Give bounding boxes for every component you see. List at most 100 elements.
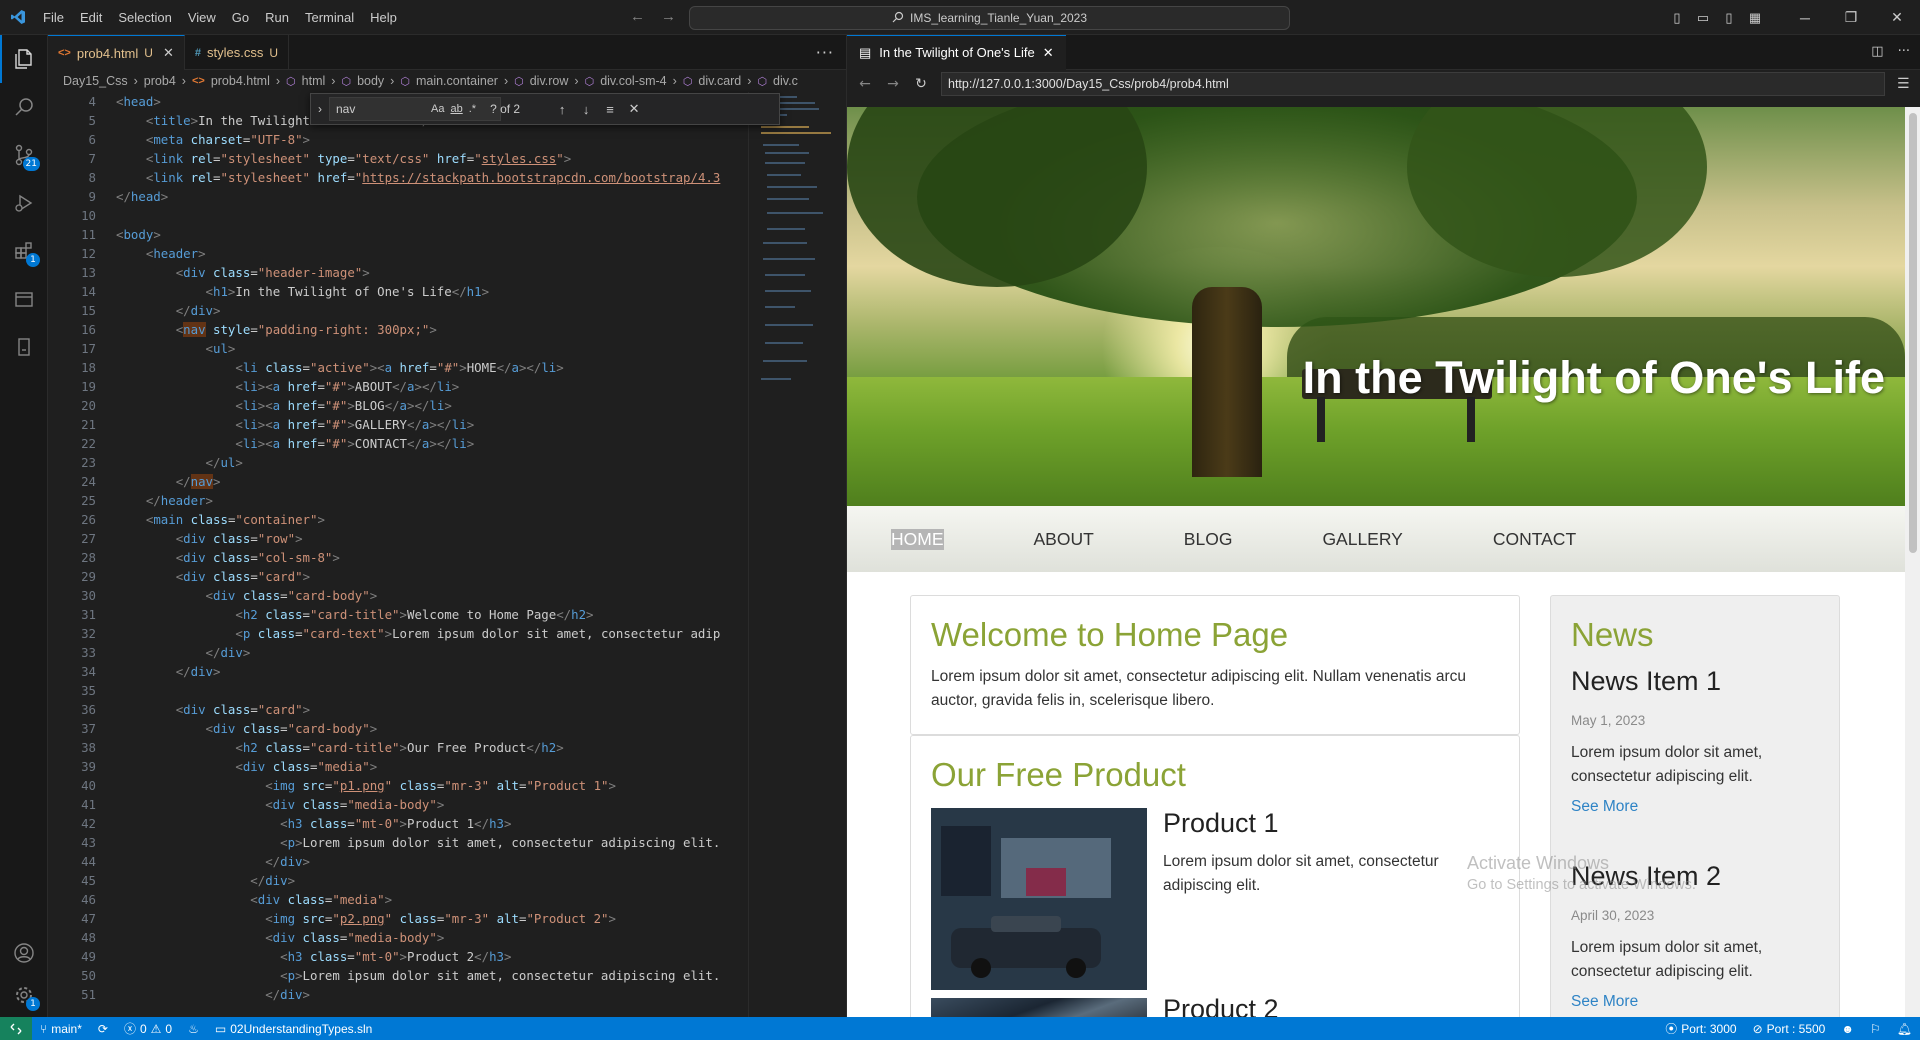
toggle-panel-icon[interactable]: ▭ [1690,10,1716,26]
html-file-icon: <> [58,47,71,59]
more-actions-icon[interactable]: ··· [1898,44,1910,59]
toggle-replace-chevron-icon[interactable]: › [311,102,329,116]
code-line: 12 <header> [81,246,206,261]
menu-go[interactable]: Go [224,0,257,35]
extensions-icon[interactable]: 1 [0,227,48,275]
toggle-sidebar-icon[interactable]: ▯ [1664,10,1690,26]
accounts-icon[interactable] [0,929,48,977]
hero-title: In the Twilight of One's Life [1302,352,1885,403]
problems-status[interactable]: ⓧ 0 ⚠ 0 [116,1020,180,1037]
remote-explorer-icon[interactable] [0,275,48,323]
manage-gear-icon[interactable]: 1 [0,971,48,1019]
simple-browser: ▤ In the Twilight of One's Life ✕ ◫ ··· … [846,34,1920,1017]
more-actions-icon[interactable]: ··· [816,43,834,62]
close-icon[interactable]: ✕ [1043,45,1054,61]
menu-help[interactable]: Help [362,0,405,35]
code-line: 8 <link rel="stylesheet" href="https://s… [88,170,721,185]
breadcrumb-item[interactable]: html [302,74,326,88]
nav-contact[interactable]: CONTACT [1493,529,1576,550]
breadcrumb-item[interactable]: div.col-sm-4 [600,74,666,88]
close-icon[interactable]: ✕ [622,101,646,117]
nav-about[interactable]: ABOUT [1034,529,1094,550]
news-item-2-text: Lorem ipsum dolor sit amet, consectetur … [1571,939,1763,980]
menu-file[interactable]: File [35,0,72,35]
breadcrumb-item[interactable]: prob4 [144,74,176,88]
forward-arrow-icon[interactable]: → [661,8,676,25]
branch-status[interactable]: ⑂ main* [32,1022,90,1036]
notifications-bell-icon[interactable]: 🔔︎ [1889,1022,1920,1036]
breadcrumb-item[interactable]: main.container [416,74,498,88]
close-window-icon[interactable]: ✕ [1874,9,1920,26]
url-input[interactable]: http://127.0.0.1:3000/Day15_Css/prob4/pr… [941,72,1885,96]
browser-menu-icon[interactable]: ☰ [1897,76,1910,92]
browser-page-icon: ▤ [859,44,872,60]
find-in-selection-icon[interactable]: ≡ [598,102,622,117]
port-5500-status[interactable]: ⊘ Port : 5500 [1745,1022,1834,1036]
tab-browser-page[interactable]: ▤ In the Twilight of One's Life ✕ [847,34,1066,70]
feedback-icon[interactable]: ⚐ [1862,1022,1889,1036]
back-arrow-icon[interactable]: ← [857,76,873,92]
search-icon[interactable] [0,83,48,131]
back-arrow-icon[interactable]: ← [630,8,645,25]
code-line: 23 </ul> [81,455,243,470]
news-item-2-link[interactable]: See More [1571,993,1638,1011]
previous-match-icon[interactable]: ↑ [550,102,574,117]
code-line: 20 <li><a href="#">BLOG</a></li> [81,398,452,413]
code-line: 38 <h2 class="card-title">Our Free Produ… [81,740,564,755]
menu-view[interactable]: View [180,0,224,35]
breadcrumb-item[interactable]: div.card [698,74,741,88]
breadcrumb-item[interactable]: body [357,74,384,88]
match-whole-word-icon[interactable]: ab [450,103,462,115]
customize-layout-icon[interactable]: ▦ [1742,10,1768,26]
nav-blog[interactable]: BLOG [1184,529,1233,550]
tab-styles-css[interactable]: # styles.css U [185,35,289,70]
reload-icon[interactable]: ↻ [913,76,929,92]
menu-selection[interactable]: Selection [110,0,179,35]
tab-prob4-html[interactable]: <> prob4.html U ✕ [48,35,185,70]
remote-indicator-icon[interactable] [0,1017,32,1040]
port-3000-status[interactable]: ⦿ Port: 3000 [1657,1020,1744,1037]
match-case-icon[interactable]: Aa [431,103,444,115]
news-item-1-link[interactable]: See More [1571,798,1638,816]
toggle-secondary-sidebar-icon[interactable]: ▯ [1716,10,1742,26]
product-1-title: Product 1 [1163,808,1279,838]
flame-icon[interactable]: ♨ [180,1022,207,1036]
code-line: 9 </head> [88,189,169,204]
source-control-icon[interactable]: 21 [0,131,48,179]
run-debug-icon[interactable] [0,179,48,227]
editor-scrollbar[interactable] [832,92,846,1017]
port-5500-label: Port : 5500 [1766,1021,1826,1036]
nav-home[interactable]: HOME [891,528,944,550]
minimap[interactable] [748,92,832,1017]
news-card: News News Item 1 May 1, 2023 Lorem ipsum… [1550,595,1840,1017]
testing-icon[interactable] [0,323,48,371]
browser-viewport: In the Twilight of One's Life HOME ABOUT… [847,107,1905,1017]
breadcrumb-item[interactable]: prob4.html [211,74,270,88]
copilot-icon[interactable]: ☻ [1833,1022,1862,1036]
breadcrumb-item[interactable]: div.row [530,74,569,88]
regex-icon[interactable]: .* [469,103,476,115]
restore-icon[interactable]: ❐ [1828,9,1874,26]
next-match-icon[interactable]: ↓ [574,102,598,117]
scrollbar-thumb[interactable] [1909,113,1917,553]
code-line: 7 <link rel="stylesheet" type="text/css"… [88,151,572,166]
code-line: 6 <meta charset="UTF-8"> [88,132,310,147]
solution-status[interactable]: ▭ 02UnderstandingTypes.sln [207,1022,380,1036]
split-editor-icon[interactable]: ◫ [1871,44,1883,59]
breadcrumb-item[interactable]: div.c [773,74,798,88]
forward-arrow-icon[interactable]: → [885,76,901,92]
close-icon[interactable]: ✕ [163,45,174,61]
nav-gallery[interactable]: GALLERY [1322,529,1402,550]
browser-scrollbar[interactable] [1905,107,1920,1017]
code-line: 21 <li><a href="#">GALLERY</a></li> [81,417,475,432]
breadcrumb-item[interactable]: Day15_Css [63,74,128,88]
menu-terminal[interactable]: Terminal [297,0,362,35]
menu-run[interactable]: Run [257,0,297,35]
minimize-icon[interactable]: ─ [1782,10,1828,26]
command-center[interactable]: IMS_learning_Tianle_Yuan_2023 [689,6,1290,30]
code-editor[interactable]: 4 <head> 5 <title>In the Twilight of One'… [48,92,748,1017]
explorer-icon[interactable] [0,35,48,83]
menu-edit[interactable]: Edit [72,0,110,35]
editor-tabs: <> prob4.html U ✕ # styles.css U ··· [48,35,846,70]
sync-icon[interactable]: ⟳ [90,1022,116,1036]
